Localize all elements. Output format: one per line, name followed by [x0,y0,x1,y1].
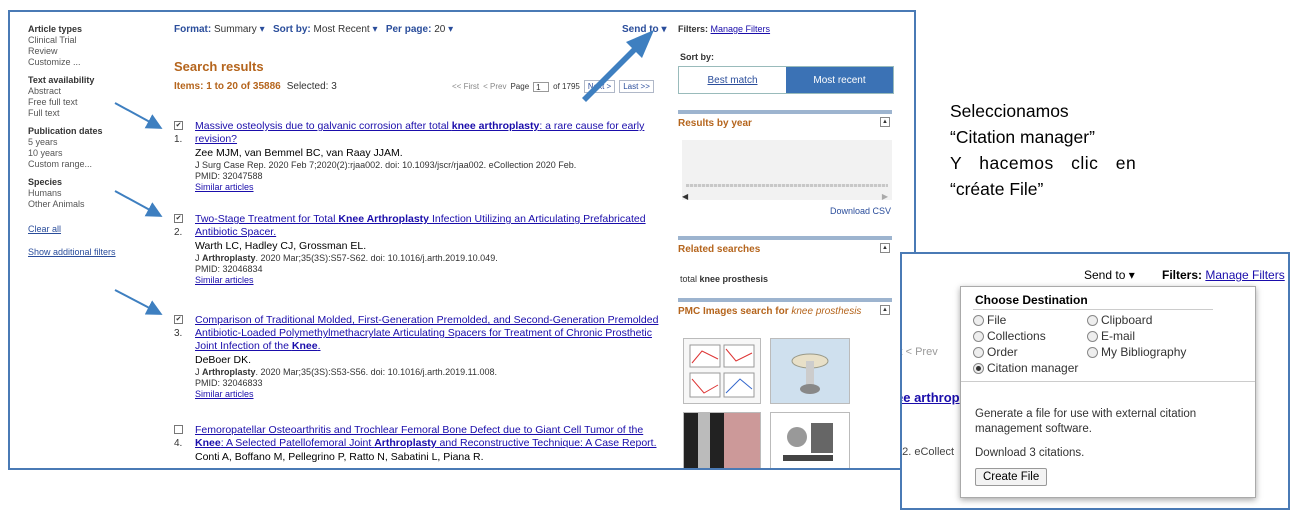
caption-line: Seleccionamos [950,101,1069,121]
background-citation: 02. eCollect [900,446,955,458]
choose-destination-dialog: Choose Destination File Collections Orde… [960,286,1256,498]
large-arrow-icon [582,30,654,102]
arrow-icon [114,289,163,315]
radio-icon[interactable] [1087,346,1098,358]
destination-description: Generate a file for use with external ci… [975,408,1197,435]
background-title: ee arthrop [900,390,960,405]
option-order[interactable]: Order [973,345,1018,359]
option-clipboard[interactable]: Clipboard [1087,313,1152,327]
filters-header: Filters: Manage Filters [1162,268,1285,282]
divider [961,381,1255,382]
caption-line: “Citation manager” [950,127,1095,147]
send-to-popup-screenshot: Send to ▾ Filters: Manage Filters st < P… [900,252,1290,510]
manage-filters-link[interactable]: Manage Filters [1205,268,1284,282]
option-email[interactable]: E-mail [1087,329,1135,343]
option-my-bibliography[interactable]: My Bibliography [1087,345,1186,359]
radio-icon[interactable] [973,330,984,342]
dialog-title: Choose Destination [975,293,1088,307]
send-to-menu[interactable]: Send to ▾ [1084,268,1135,282]
radio-icon[interactable] [973,314,984,326]
option-file[interactable]: File [973,313,1006,327]
option-citation-manager[interactable]: Citation manager [973,361,1078,375]
background-pager: st < Prev [902,346,938,358]
caption-line: Y hacemos clic en [950,153,1137,173]
radio-icon[interactable] [1087,330,1098,342]
create-file-button[interactable]: Create File [975,468,1048,486]
arrow-icon [114,190,163,217]
instruction-caption: Seleccionamos “Citation manager” Y hacem… [950,98,1182,202]
radio-icon[interactable] [973,346,984,358]
arrow-icon [114,102,163,129]
caption-line: “créate File” [950,179,1044,199]
radio-selected-icon[interactable] [973,362,984,374]
download-count: Download 3 citations. [975,447,1085,459]
radio-icon[interactable] [1087,314,1098,326]
divider [973,309,1213,310]
option-collections[interactable]: Collections [973,329,1046,343]
chevron-down-icon: ▾ [1128,268,1135,282]
